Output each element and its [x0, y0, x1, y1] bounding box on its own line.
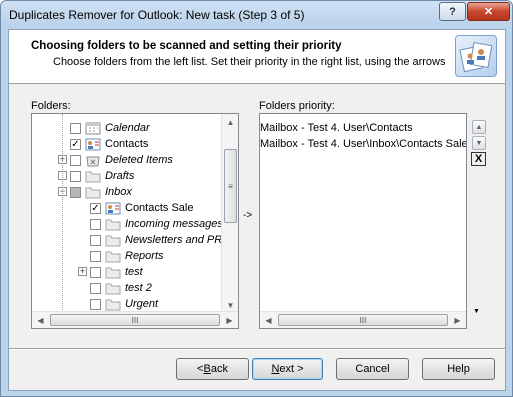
back-button-accel: B [203, 363, 211, 375]
remove-from-priority-button[interactable]: X [471, 152, 486, 166]
tree-item-checkbox[interactable] [90, 266, 101, 278]
wizard-header: Choosing folders to be scanned and setti… [9, 30, 505, 84]
tree-item-checkbox[interactable] [90, 250, 101, 262]
tree-item-label: Calendar [105, 122, 150, 134]
folder-icon [85, 170, 105, 183]
tree-item[interactable]: Inbox [70, 184, 132, 200]
tree-expander-icon[interactable]: + [78, 267, 87, 276]
priority-horizontal-scrollbar[interactable]: ◀ III ▶ [260, 311, 466, 328]
priority-up-button[interactable]: ▲ [472, 120, 486, 134]
tree-item[interactable]: ✓ Contacts [70, 136, 148, 152]
tree-item-label: Contacts [105, 138, 149, 150]
tree-item-label: Incoming messages [125, 218, 223, 230]
tree-item-checkbox[interactable] [90, 218, 101, 230]
tree-item-label: test 2 [125, 282, 152, 294]
title-help-button[interactable]: ? [439, 2, 466, 21]
header-title: Choosing folders to be scanned and setti… [31, 40, 342, 52]
arrow-up-icon: ▲ [475, 123, 483, 131]
tree-item-checkbox[interactable] [90, 282, 101, 294]
folder-icon [85, 186, 105, 199]
tree-item-checkbox[interactable] [70, 170, 81, 182]
folder-icon [105, 234, 125, 247]
tree-horizontal-thumb[interactable]: III [50, 314, 220, 326]
tree-item-label: Drafts [105, 170, 135, 182]
tree-item-checkbox[interactable] [90, 298, 101, 310]
tree-item[interactable]: test [90, 264, 143, 280]
tree-item-checkbox[interactable] [90, 234, 101, 246]
back-button[interactable]: < Back [176, 358, 249, 380]
tree-item-label: Newsletters and PR [125, 234, 223, 246]
scroll-right-arrow-icon[interactable]: ▶ [221, 312, 238, 328]
tree-item[interactable]: Drafts [70, 168, 134, 184]
tree-item-checkbox[interactable]: ✓ [90, 202, 101, 214]
header-subtitle: Choose folders from the left list. Set t… [53, 56, 446, 68]
tree-item-label: Reports [125, 250, 164, 262]
priority-horizontal-thumb[interactable]: III [278, 314, 448, 326]
trash-icon [85, 154, 105, 167]
tree-vertical-scrollbar[interactable]: ▲ ≡ ▼ [221, 114, 238, 313]
tree-item[interactable]: Calendar [70, 120, 150, 136]
tree-item[interactable]: Deleted Items [70, 152, 173, 168]
tree-item-label: Inbox [105, 186, 132, 198]
tree-item[interactable]: Urgent [90, 296, 158, 312]
window-title: Duplicates Remover for Outlook: New task… [9, 8, 305, 22]
priority-item[interactable]: Mailbox - Test 4. User\Contacts [260, 122, 413, 138]
next-button-accel: N [271, 363, 280, 375]
tree-item-label: Deleted Items [105, 154, 173, 166]
small-down-arrow-icon: ▼ [473, 308, 480, 315]
cancel-button[interactable]: Cancel [336, 358, 409, 380]
contacts-cards-icon [455, 35, 497, 77]
arrow-down-icon: ▼ [475, 139, 483, 147]
next-button-suffix: ext > [279, 363, 304, 375]
tree-item-label: Urgent [125, 298, 159, 310]
title-close-button[interactable]: ✕ [467, 2, 510, 21]
next-button[interactable]: Next > [252, 358, 323, 380]
scroll-left-arrow-icon[interactable]: ◀ [260, 312, 277, 328]
folder-icon [105, 266, 125, 279]
folders-label: Folders: [31, 100, 71, 112]
calendar-icon [85, 122, 105, 135]
help-button[interactable]: Help [422, 358, 495, 380]
tree-item-label: Contacts Sale [125, 202, 194, 214]
tree-item[interactable]: ✓ Contacts Sale [90, 200, 193, 216]
back-button-suffix: ack [210, 363, 228, 375]
tree-item-checkbox[interactable]: ✓ [70, 138, 81, 150]
tree-item[interactable]: Incoming messages [90, 216, 223, 232]
contacts-icon [105, 202, 125, 215]
tree-item[interactable]: test 2 [90, 280, 152, 296]
tree-item-checkbox[interactable] [70, 122, 81, 134]
footer-separator [9, 348, 505, 350]
tree-item-checkbox[interactable] [70, 154, 81, 166]
folder-icon [105, 250, 125, 263]
tree-item[interactable]: Newsletters and PR [90, 232, 222, 248]
folder-icon [105, 298, 125, 311]
priority-label: Folders priority: [259, 100, 335, 112]
folder-icon [105, 282, 125, 295]
folder-icon [105, 218, 125, 231]
priority-item[interactable]: Mailbox - Test 4. User\Inbox\Contacts Sa… [260, 138, 466, 154]
dialog-window: Duplicates Remover for Outlook: New task… [0, 0, 513, 397]
tree-item-checkbox[interactable] [70, 186, 81, 198]
scroll-left-arrow-icon[interactable]: ◀ [32, 312, 49, 328]
tree-vertical-thumb[interactable]: ≡ [224, 149, 237, 223]
priority-list[interactable]: Mailbox - Test 4. User\Contacts Mailbox … [259, 113, 467, 329]
tree-connector-lines [62, 114, 63, 310]
contacts-icon [85, 138, 105, 151]
title-bar[interactable]: Duplicates Remover for Outlook: New task… [1, 1, 512, 29]
move-right-arrow: -> [243, 210, 253, 221]
scroll-up-arrow-icon[interactable]: ▲ [222, 114, 238, 130]
priority-down-button[interactable]: ▼ [472, 136, 486, 150]
folder-tree[interactable]: Calendar ✓ Contacts + Deleted Items Drafts − In… [31, 113, 239, 329]
scroll-right-arrow-icon[interactable]: ▶ [449, 312, 466, 328]
tree-horizontal-scrollbar[interactable]: ◀ III ▶ [32, 311, 238, 328]
tree-item[interactable]: Reports [90, 248, 164, 264]
tree-item-label: test [125, 266, 143, 278]
